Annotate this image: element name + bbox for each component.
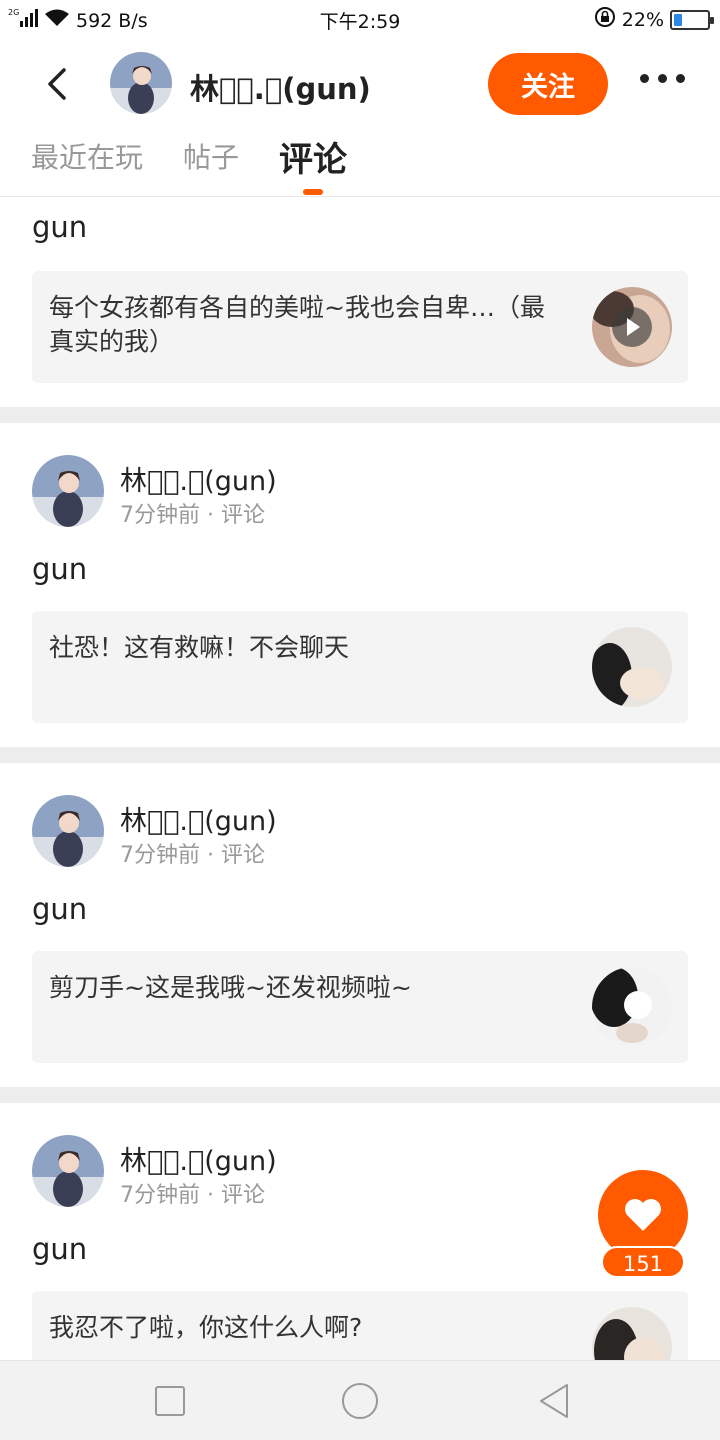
- battery-percent: 22%: [621, 8, 664, 31]
- profile-header: 林澈ᷤ.ᷤ(gun) 关注: [0, 40, 720, 130]
- comment-card[interactable]: gun 每个女孩都有各自的美啦~我也会自卑…（最真实的我）: [0, 197, 720, 383]
- nav-circle-icon[interactable]: [340, 1381, 380, 1421]
- post-thumbnail: [592, 1307, 672, 1360]
- more-icon[interactable]: [640, 74, 685, 83]
- author-name[interactable]: 林澈ᷤ.ᷤ(gun): [120, 459, 277, 498]
- comment-meta: 7分钟前 · 评论: [120, 503, 266, 528]
- comment-card[interactable]: 林澈ᷤ.ᷤ(gun) 7分钟前 · 评论 gun 剪刀手~这是我哦~还发视频啦~: [0, 763, 720, 1063]
- tab-recently-playing[interactable]: 最近在玩: [31, 136, 143, 176]
- follow-button[interactable]: 关注: [488, 53, 608, 115]
- comment-text: gun: [32, 210, 88, 244]
- back-button[interactable]: [40, 62, 76, 106]
- quoted-post[interactable]: 我忍不了啦，你这什么人啊?: [32, 1291, 688, 1360]
- quoted-post-text: 社恐！这有救嘛！不会聊天: [49, 633, 350, 662]
- back-icon: [48, 68, 66, 100]
- nav-back-icon[interactable]: [534, 1381, 574, 1421]
- comment-card[interactable]: 林澈ᷤ.ᷤ(gun) 7分钟前 · 评论 gun 社恐！这有救嘛！不会聊天: [0, 423, 720, 723]
- comment-meta: 7分钟前 · 评论: [120, 1183, 266, 1208]
- author-name[interactable]: 林澈ᷤ.ᷤ(gun): [120, 799, 277, 838]
- divider: [0, 407, 720, 423]
- quoted-post[interactable]: 社恐！这有救嘛！不会聊天: [32, 611, 688, 723]
- quoted-post-text: 每个女孩都有各自的美啦~我也会自卑…（最真实的我）: [49, 293, 545, 356]
- tab-indicator: [303, 189, 323, 195]
- avatar[interactable]: [110, 52, 172, 114]
- tab-posts[interactable]: 帖子: [183, 136, 239, 176]
- status-bar: 2G 2G 592 B/s 下午2:59 22%: [0, 0, 720, 38]
- lock-rotation-icon: [594, 6, 616, 33]
- post-thumbnail: [592, 287, 672, 367]
- nav-square-icon[interactable]: [150, 1381, 190, 1421]
- post-thumbnail: [592, 967, 672, 1047]
- avatar[interactable]: [32, 455, 104, 527]
- system-nav-bar: [0, 1360, 720, 1440]
- divider: [0, 747, 720, 763]
- tab-comments[interactable]: 评论: [279, 132, 347, 181]
- profile-name: 林澈ᷤ.ᷤ(gun): [190, 72, 371, 106]
- avatar[interactable]: [32, 795, 104, 867]
- play-icon: [612, 307, 652, 347]
- avatar[interactable]: [32, 1135, 104, 1207]
- comment-text: gun: [32, 552, 88, 586]
- quoted-post[interactable]: 每个女孩都有各自的美啦~我也会自卑…（最真实的我）: [32, 271, 688, 383]
- battery-icon: [670, 9, 714, 30]
- quoted-post-text: 剪刀手~这是我哦~还发视频啦~: [49, 973, 412, 1002]
- post-thumbnail: [592, 627, 672, 707]
- heart-icon: [625, 1199, 661, 1231]
- quoted-post[interactable]: 剪刀手~这是我哦~还发视频啦~: [32, 951, 688, 1063]
- profile-tabs: 最近在玩 帖子 评论: [0, 130, 720, 197]
- quoted-post-text: 我忍不了啦，你这什么人啊?: [49, 1313, 363, 1342]
- author-name[interactable]: 林澈ᷤ.ᷤ(gun): [120, 1139, 277, 1178]
- comment-text: gun: [32, 892, 88, 926]
- divider: [0, 1087, 720, 1103]
- comment-meta: 7分钟前 · 评论: [120, 843, 266, 868]
- like-count: 151: [601, 1246, 685, 1278]
